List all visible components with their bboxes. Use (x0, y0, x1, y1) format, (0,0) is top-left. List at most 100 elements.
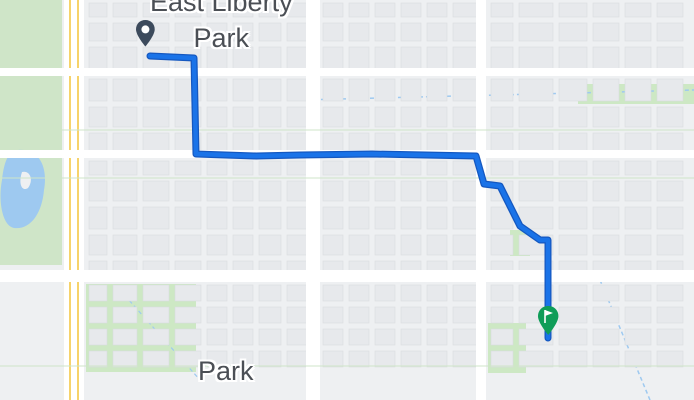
block (174, 306, 202, 324)
block (656, 234, 684, 256)
block (322, 234, 344, 256)
block (400, 284, 422, 302)
block (592, 160, 620, 176)
block (558, 160, 588, 176)
block (206, 234, 228, 256)
block (88, 206, 108, 230)
block (258, 160, 282, 176)
block (518, 350, 554, 368)
block (558, 180, 588, 202)
block (400, 206, 422, 230)
block (400, 350, 422, 368)
block (348, 284, 370, 302)
block (656, 180, 684, 202)
block (592, 306, 620, 324)
block (206, 180, 228, 202)
block (112, 234, 138, 256)
block (112, 180, 138, 202)
block (558, 2, 588, 18)
block (592, 328, 620, 346)
block (656, 78, 684, 102)
block (558, 22, 588, 42)
block (656, 350, 684, 368)
block (88, 234, 108, 256)
block (374, 350, 396, 368)
block (518, 2, 554, 18)
block (656, 160, 684, 176)
block (400, 2, 422, 18)
block (490, 160, 514, 176)
map-canvas[interactable]: East Liberty Park Park (0, 0, 694, 400)
block (624, 2, 652, 18)
block (232, 284, 254, 302)
block (374, 206, 396, 230)
block (348, 206, 370, 230)
block (112, 106, 138, 128)
block (142, 306, 170, 324)
block (258, 78, 282, 102)
block (426, 328, 448, 346)
block (400, 180, 422, 202)
block (348, 306, 370, 324)
block (558, 78, 588, 102)
block (348, 234, 370, 256)
block (592, 234, 620, 256)
block (88, 306, 108, 324)
block (206, 206, 228, 230)
block (426, 350, 448, 368)
block (322, 2, 344, 18)
block (322, 78, 344, 102)
block (656, 206, 684, 230)
block (490, 2, 514, 18)
block (518, 106, 554, 128)
place-label-line1: East Liberty (150, 0, 293, 17)
block (592, 2, 620, 18)
block (88, 22, 108, 42)
block (656, 22, 684, 42)
block (518, 78, 554, 102)
block (258, 180, 282, 202)
block (426, 284, 448, 302)
block (656, 2, 684, 18)
block (426, 22, 448, 42)
block (112, 160, 138, 176)
block (322, 22, 344, 42)
block (558, 328, 588, 346)
place-label-line2: Park (193, 23, 250, 53)
place-label-park: Park (198, 353, 254, 389)
block (656, 106, 684, 128)
block (112, 350, 138, 368)
block (88, 284, 108, 302)
block (592, 78, 620, 102)
block (490, 306, 514, 324)
block (400, 22, 422, 42)
block (174, 160, 202, 176)
block (374, 328, 396, 346)
block (174, 284, 202, 302)
block (490, 106, 514, 128)
block (232, 160, 254, 176)
highway-west (64, 0, 84, 400)
block (348, 328, 370, 346)
block (518, 180, 554, 202)
block (400, 234, 422, 256)
block (232, 78, 254, 102)
block (206, 328, 228, 346)
block (426, 160, 448, 176)
block (112, 22, 138, 42)
block (490, 78, 514, 102)
block (426, 106, 448, 128)
block (374, 2, 396, 18)
block (112, 78, 138, 102)
block (322, 180, 344, 202)
block (322, 306, 344, 324)
block (558, 284, 588, 302)
block (400, 160, 422, 176)
block (518, 22, 554, 42)
block (348, 106, 370, 128)
block (88, 350, 108, 368)
block (112, 306, 138, 324)
block (112, 206, 138, 230)
block (206, 78, 228, 102)
block (656, 328, 684, 346)
